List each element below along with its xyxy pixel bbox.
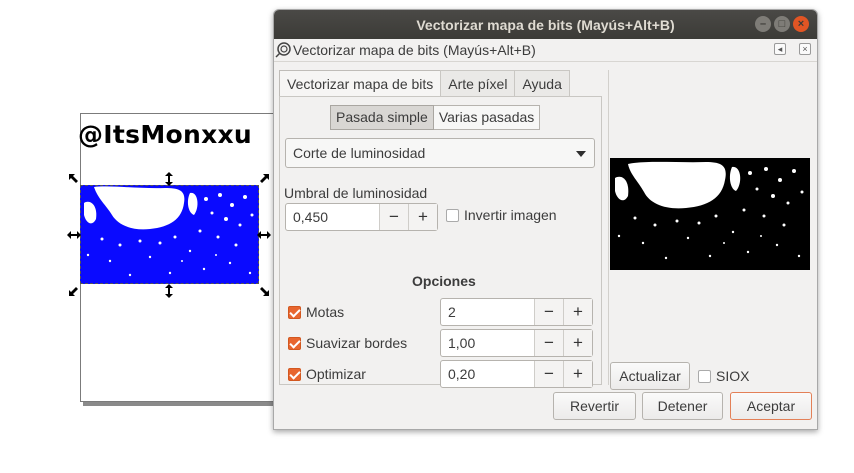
scale-handle-n-icon[interactable] [162,172,176,186]
smooth-corners-checkbox-box[interactable] [288,336,301,350]
minimize-button[interactable]: – [755,16,771,32]
trace-bitmap-window: Vectorizar mapa de bits (Mayús+Alt+B) – … [273,9,818,430]
selection-frame [80,185,259,284]
maximize-button[interactable]: □ [774,16,790,32]
speckles-checkbox[interactable]: Motas [288,304,344,320]
siox-checkbox[interactable]: SIOX [698,368,749,384]
dock-title: Vectorizar mapa de bits (Mayús+Alt+B) [293,42,536,58]
smooth-corners-checkbox[interactable]: Suavizar bordes [288,335,407,351]
dock-close-icon[interactable]: × [799,43,811,55]
close-button[interactable]: × [793,16,809,32]
scale-handle-w-icon[interactable] [67,228,81,242]
trace-preview-image [610,158,810,270]
optimize-checkbox[interactable]: Optimizar [288,366,366,382]
tab-help[interactable]: Ayuda [514,70,570,97]
smooth-corners-spinbox[interactable]: 1,00 − + [440,329,593,357]
threshold-spinbox[interactable]: 0,450 − + [285,203,438,231]
tab-pixel-art[interactable]: Arte píxel [440,70,516,97]
scale-handle-ne-icon[interactable] [257,172,271,186]
threshold-decrement-button[interactable]: − [379,204,408,230]
method-selected: Corte de luminosidad [293,145,426,161]
stop-button[interactable]: Detener [642,392,723,420]
tab-bar: Vectorizar mapa de bits Arte píxel Ayuda [279,70,570,97]
threshold-value[interactable]: 0,450 [286,204,379,230]
smooth-corners-decrement-button[interactable]: − [534,330,563,356]
speckles-value[interactable]: 2 [441,299,534,325]
scale-handle-se-icon[interactable] [257,284,271,298]
single-pass-button[interactable]: Pasada simple [330,105,434,130]
dock-header: Vectorizar mapa de bits (Mayús+Alt+B) ◂ … [274,39,817,62]
speckles-checkbox-box[interactable] [288,305,301,319]
speckles-label: Motas [306,304,345,320]
smooth-corners-label: Suavizar bordes [306,335,408,351]
window-controls: – □ × [755,16,809,32]
optimize-checkbox-box[interactable] [288,367,301,381]
trace-bitmap-icon [275,42,291,58]
siox-checkbox-box[interactable] [698,369,711,383]
chevron-down-icon [576,151,586,157]
speckles-increment-button[interactable]: + [563,299,592,325]
preview-panel: Actualizar SIOX [608,70,812,390]
revert-button[interactable]: Revertir [553,392,636,420]
window-title: Vectorizar mapa de bits (Mayús+Alt+B) [416,16,675,33]
scale-handle-nw-icon[interactable] [67,172,81,186]
multi-pass-button[interactable]: Varias pasadas [433,105,541,130]
smooth-corners-value[interactable]: 1,00 [441,330,534,356]
window-titlebar[interactable]: Vectorizar mapa de bits (Mayús+Alt+B) – … [274,10,817,39]
optimize-label: Optimizar [306,366,366,382]
scale-handle-e-icon[interactable] [257,228,271,242]
optimize-value[interactable]: 0,20 [441,361,534,387]
dock-controls: ◂ × [774,43,811,55]
optimize-decrement-button[interactable]: − [534,361,563,387]
invert-checkbox-box[interactable] [446,208,459,222]
speckles-spinbox[interactable]: 2 − + [440,298,593,326]
smooth-corners-increment-button[interactable]: + [563,330,592,356]
optimize-spinbox[interactable]: 0,20 − + [440,360,593,388]
update-preview-button[interactable]: Actualizar [610,362,690,390]
invert-label: Invertir imagen [464,207,557,223]
options-heading: Opciones [412,273,476,289]
scale-handle-sw-icon[interactable] [67,284,81,298]
trace-options-panel: Pasada simple Varias pasadas Corte de lu… [279,96,602,388]
siox-label: SIOX [716,368,750,384]
optimize-increment-button[interactable]: + [563,361,592,387]
method-dropdown[interactable]: Corte de luminosidad [285,138,595,168]
dock-collapse-icon[interactable]: ◂ [774,43,786,55]
accept-button[interactable]: Aceptar [730,392,812,420]
speckles-decrement-button[interactable]: − [534,299,563,325]
tab-trace-bitmap[interactable]: Vectorizar mapa de bits [279,70,442,97]
invert-image-checkbox[interactable]: Invertir imagen [446,207,557,223]
threshold-label: Umbral de luminosidad [284,185,428,201]
scale-handle-s-icon[interactable] [162,284,176,298]
threshold-increment-button[interactable]: + [408,204,437,230]
watermark-text: @ItsMonxxu [78,120,253,149]
pass-mode-toggle: Pasada simple Varias pasadas [330,105,541,130]
